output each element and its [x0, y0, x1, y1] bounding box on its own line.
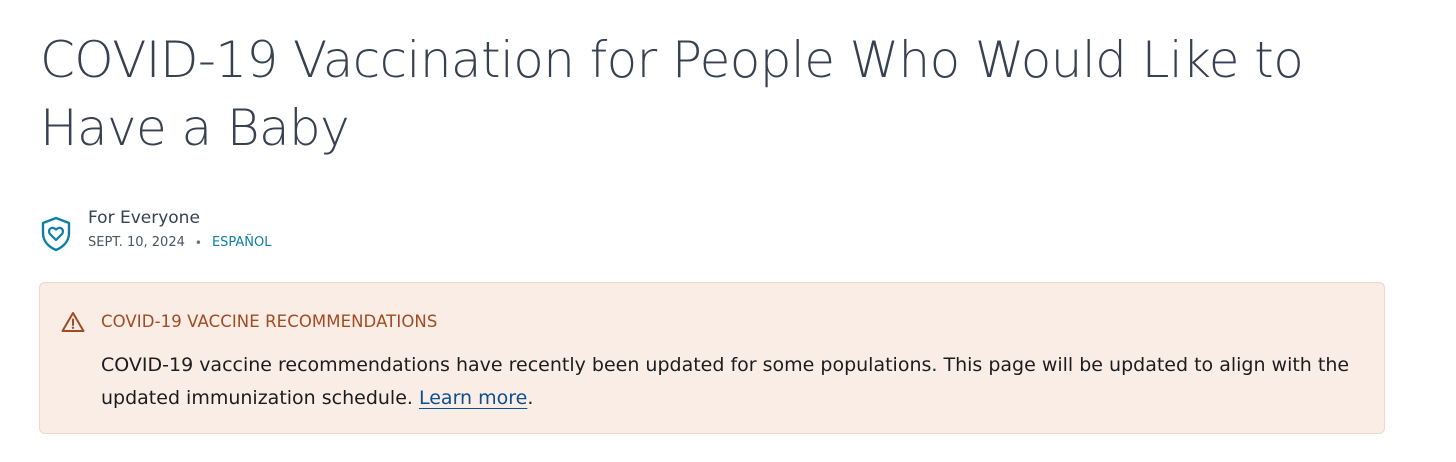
shield-heart-icon	[40, 216, 72, 252]
spanish-language-link[interactable]: ESPAÑOL	[212, 234, 272, 252]
warning-triangle-icon	[61, 311, 85, 333]
learn-more-link[interactable]: Learn more	[419, 387, 527, 409]
alert-body-text: COVID-19 vaccine recommendations have re…	[101, 354, 1350, 409]
vaccine-recommendation-alert: COVID-19 VACCINE RECOMMENDATIONS COVID-1…	[39, 282, 1385, 434]
audience-label: For Everyone	[88, 208, 200, 228]
alert-body-trailing: .	[527, 387, 534, 409]
alert-body: COVID-19 vaccine recommendations have re…	[101, 349, 1361, 415]
article-meta: For Everyone SEPT. 10, 2024 • ESPAÑOL	[40, 206, 272, 252]
alert-title: COVID-19 VACCINE RECOMMENDATIONS	[101, 312, 438, 331]
publish-date: SEPT. 10, 2024	[88, 235, 185, 250]
meta-separator: •	[194, 236, 202, 250]
page-title: COVID-19 Vaccination for People Who Woul…	[40, 31, 1304, 157]
